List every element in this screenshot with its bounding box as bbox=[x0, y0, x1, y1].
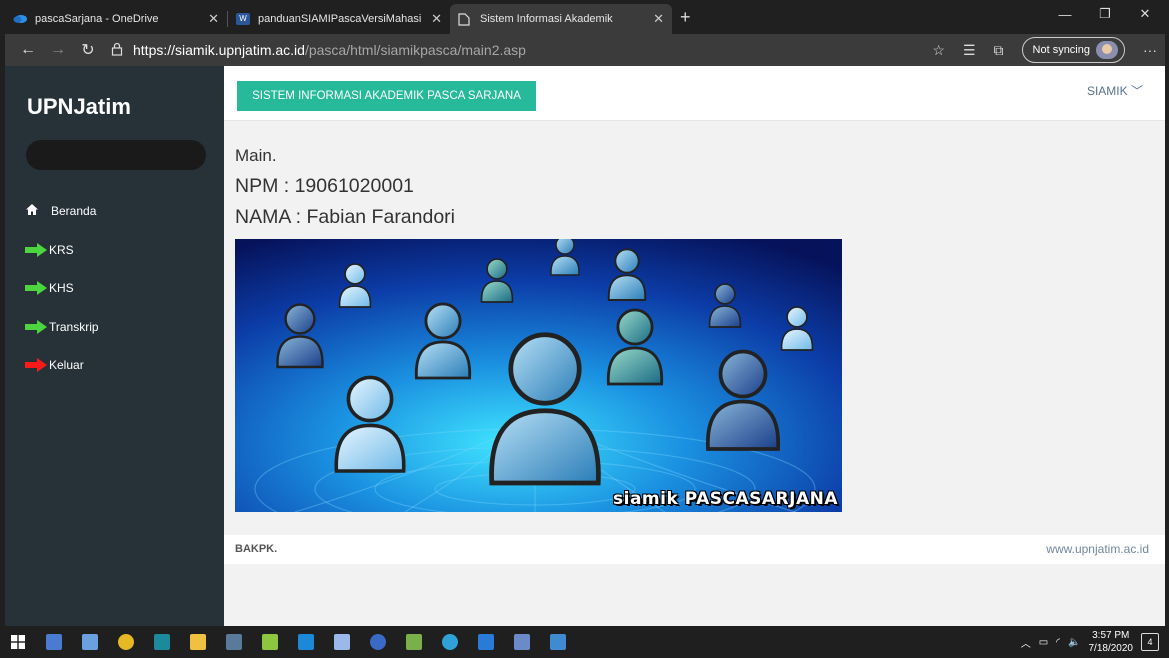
network-icon[interactable]: ▭ bbox=[1039, 637, 1048, 648]
sidebar-item-keluar[interactable]: Keluar bbox=[25, 346, 99, 385]
tab-siamik[interactable]: Sistem Informasi Akademik ✕ bbox=[450, 4, 672, 34]
sidebar-item-label: Beranda bbox=[51, 204, 97, 219]
close-icon[interactable]: ✕ bbox=[653, 11, 664, 27]
paint-app-icon[interactable] bbox=[72, 626, 108, 658]
top-navigation: SISTEM INFORMASI AKADEMIK PASCA SARJANA … bbox=[224, 66, 1165, 121]
notification-count: 4 bbox=[1147, 637, 1153, 647]
siamik-banner-image: siamik PASCASARJANA bbox=[235, 239, 842, 512]
new-tab-button[interactable]: + bbox=[680, 7, 691, 28]
profile-sync-button[interactable]: Not syncing bbox=[1021, 37, 1125, 63]
favorite-star-icon[interactable]: ☆ bbox=[932, 42, 945, 59]
clock-time: 3:57 PM bbox=[1092, 630, 1130, 641]
tab-onedrive[interactable]: pascaSarjana - OneDrive ✕ bbox=[5, 4, 227, 34]
green-arrow-icon bbox=[25, 319, 47, 334]
tray-chevron-icon[interactable]: ︿ bbox=[1021, 635, 1031, 650]
window-controls: — ❐ ✕ bbox=[1045, 0, 1165, 28]
sync-label: Not syncing bbox=[1032, 44, 1090, 56]
wifi-icon[interactable]: ◜ bbox=[1056, 637, 1060, 648]
sidebar-item-khs[interactable]: KHS bbox=[25, 269, 99, 308]
forward-icon[interactable]: → bbox=[43, 41, 73, 59]
tab-title: pascaSarjana - OneDrive bbox=[35, 13, 159, 25]
chevron-down-icon: ﹀ bbox=[1130, 84, 1143, 98]
footer-org: BAKPK. bbox=[235, 543, 278, 555]
avatar bbox=[1096, 41, 1118, 59]
banner-caption: siamik PASCASARJANA bbox=[613, 489, 838, 509]
url-field[interactable]: https://siamik.upnjatim.ac.id/pasca/html… bbox=[111, 42, 932, 59]
clock-date: 7/18/2020 bbox=[1088, 643, 1134, 654]
clock[interactable]: 3:57 PM 7/18/2020 bbox=[1089, 629, 1134, 655]
sidebar-item-transkrip[interactable]: Transkrip bbox=[25, 308, 99, 347]
onedrive-icon bbox=[13, 13, 27, 25]
calculator-icon[interactable] bbox=[216, 626, 252, 658]
tab-title: panduanSIAMIPascaVersiMahasi bbox=[258, 13, 422, 25]
chrome-icon[interactable] bbox=[108, 626, 144, 658]
student-name: NAMA : Fabian Farandori bbox=[235, 206, 456, 228]
brand-logo[interactable]: UPNJatim bbox=[27, 94, 131, 120]
more-menu-icon[interactable]: ··· bbox=[1143, 42, 1157, 58]
sidebar: UPNJatim Beranda KRS KHS Transkrip Kelua… bbox=[5, 66, 224, 626]
sidebar-item-label: Keluar bbox=[49, 358, 84, 373]
user-menu[interactable]: SIAMIK ﹀ bbox=[1087, 82, 1143, 99]
sidebar-item-label: Transkrip bbox=[49, 319, 99, 334]
volume-icon[interactable]: 🔈 bbox=[1068, 637, 1080, 648]
collections-icon[interactable]: ⧉ bbox=[994, 42, 1004, 59]
student-npm: NPM : 19061020001 bbox=[235, 175, 414, 197]
lock-icon bbox=[111, 42, 125, 59]
close-icon[interactable]: ✕ bbox=[208, 11, 219, 27]
url-host: https://siamik.upnjatim.ac.id bbox=[133, 42, 305, 58]
sidebar-item-label: KRS bbox=[49, 242, 74, 257]
sidebar-item-label: KHS bbox=[49, 281, 74, 296]
editor-app-icon[interactable] bbox=[252, 626, 288, 658]
user-menu-label: SIAMIK bbox=[1086, 84, 1128, 98]
main-content: Main. NPM : 19061020001 NAMA : Fabian Fa… bbox=[235, 146, 455, 229]
word-icon: W bbox=[236, 13, 250, 25]
url-path: /pasca/html/siamikpasca/main2.asp bbox=[304, 42, 526, 58]
green-arrow-icon bbox=[25, 242, 47, 257]
green-arrow-icon bbox=[25, 281, 47, 296]
windows-taskbar: ︿ ▭ ◜ 🔈 3:57 PM 7/18/2020 4 bbox=[0, 626, 1169, 658]
app-title-button[interactable]: SISTEM INFORMASI AKADEMIK PASCA SARJANA bbox=[237, 81, 536, 111]
page-title: Main. bbox=[235, 146, 277, 165]
tab-bar: pascaSarjana - OneDrive ✕ W panduanSIAMI… bbox=[5, 0, 1165, 34]
file-explorer-icon[interactable] bbox=[180, 626, 216, 658]
app-icon[interactable] bbox=[144, 626, 180, 658]
close-icon[interactable]: ✕ bbox=[431, 11, 442, 27]
minimize-icon[interactable]: — bbox=[1045, 0, 1085, 28]
tab-title: Sistem Informasi Akademik bbox=[480, 13, 613, 25]
page-footer: BAKPK. www.upnjatim.ac.id bbox=[224, 535, 1165, 564]
footer-website: www.upnjatim.ac.id bbox=[1046, 542, 1149, 556]
system-tray: ︿ ▭ ◜ 🔈 3:57 PM 7/18/2020 4 bbox=[1021, 626, 1159, 658]
red-arrow-icon bbox=[25, 358, 47, 373]
home-icon bbox=[25, 203, 51, 219]
webpage: UPNJatim Beranda KRS KHS Transkrip Kelua… bbox=[5, 66, 1165, 626]
notification-center-icon[interactable]: 4 bbox=[1141, 633, 1159, 651]
refresh-icon[interactable]: ↻ bbox=[73, 40, 103, 60]
photos-icon[interactable] bbox=[540, 626, 576, 658]
back-icon[interactable]: ← bbox=[13, 41, 43, 59]
page-icon bbox=[458, 13, 472, 26]
document-app-icon[interactable] bbox=[324, 626, 360, 658]
edit-app-icon[interactable] bbox=[396, 626, 432, 658]
tab-word-doc[interactable]: W panduanSIAMIPascaVersiMahasi ✕ bbox=[228, 4, 450, 34]
sidebar-item-krs[interactable]: KRS bbox=[25, 231, 99, 270]
people-app-icon[interactable] bbox=[36, 626, 72, 658]
address-bar: ← → ↻ https://siamik.upnjatim.ac.id/pasc… bbox=[5, 34, 1165, 66]
start-icon[interactable] bbox=[0, 626, 36, 658]
sidebar-profile-bar bbox=[26, 140, 206, 170]
todo-icon[interactable] bbox=[468, 626, 504, 658]
sidebar-item-beranda[interactable]: Beranda bbox=[25, 192, 99, 231]
vscode-icon[interactable] bbox=[288, 626, 324, 658]
restore-icon[interactable]: ❐ bbox=[1085, 0, 1125, 28]
settings-app-icon[interactable] bbox=[360, 626, 396, 658]
browser-toolbar: ☆ ☰ ⧉ Not syncing ··· bbox=[932, 37, 1157, 63]
favorites-list-icon[interactable]: ☰ bbox=[963, 42, 976, 59]
close-window-icon[interactable]: ✕ bbox=[1125, 0, 1165, 28]
sidebar-menu: Beranda KRS KHS Transkrip Keluar bbox=[25, 192, 99, 385]
edge-icon[interactable] bbox=[432, 626, 468, 658]
media-app-icon[interactable] bbox=[504, 626, 540, 658]
browser-window: pascaSarjana - OneDrive ✕ W panduanSIAMI… bbox=[5, 0, 1165, 626]
